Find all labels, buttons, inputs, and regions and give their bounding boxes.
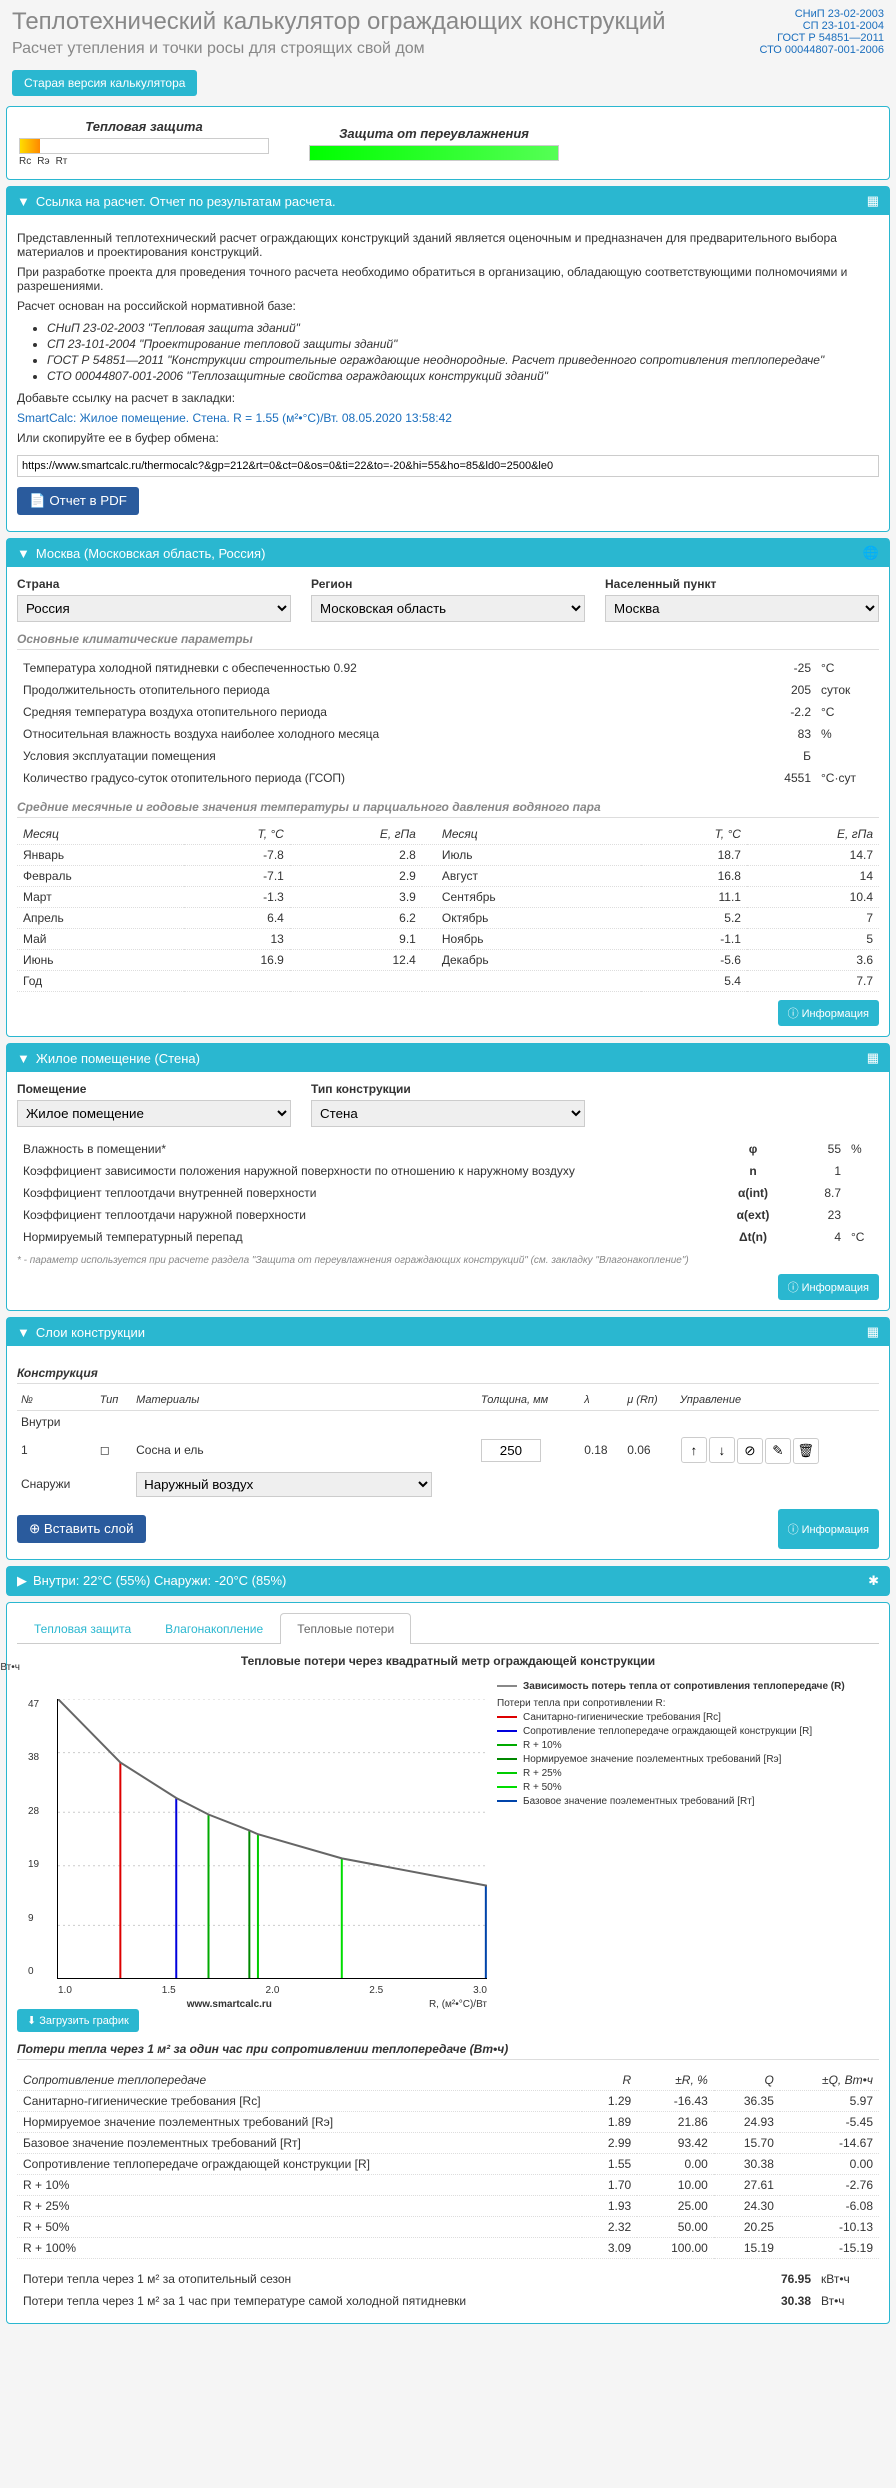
bookmark-link[interactable]: SmartCalc: Жилое помещение. Стена. R = 1… (17, 411, 452, 425)
move-down-button[interactable]: ↓ (709, 1437, 735, 1463)
tab-thermal[interactable]: Тепловая защита (17, 1613, 148, 1644)
tab-moisture[interactable]: Влагонакопление (148, 1613, 280, 1644)
room-panel-header[interactable]: ▼Жилое помещение (Стена)▦ (7, 1044, 889, 1072)
report-text: При разработке проекта для проведения то… (17, 265, 879, 293)
norm-link[interactable]: ГОСТ Р 54851—2011 (759, 32, 884, 44)
disable-button[interactable]: ⊘ (737, 1438, 763, 1464)
pdf-button[interactable]: 📄 Отчет в PDF (17, 487, 139, 515)
info-button[interactable]: ⓘ Информация (778, 1000, 879, 1026)
panel-icon: ▦ (867, 193, 879, 209)
norm-links: СНиП 23-02-2003 СП 23-101-2004 ГОСТ Р 54… (759, 8, 884, 58)
thickness-input[interactable] (481, 1439, 541, 1462)
room-select[interactable]: Жилое помещение (17, 1100, 291, 1127)
panel-icon: ▦ (867, 1050, 879, 1066)
thermal-indicator-bar (19, 138, 269, 154)
report-text: Расчет основан на российской нормативной… (17, 299, 879, 313)
city-select[interactable]: Москва (605, 595, 879, 622)
results-row: Санитарно-гигиенические требования [Rс]1… (17, 2090, 879, 2111)
results-row: R + 100%3.09100.0015.19-15.19 (17, 2237, 879, 2258)
norm-link[interactable]: СНиП 23-02-2003 (759, 8, 884, 20)
moisture-indicator-bar (309, 145, 559, 161)
report-text: Представленный теплотехнический расчет о… (17, 231, 879, 259)
heatloss-chart: 4738281990 1.01.52.02.53.0 R, (м²•°С)/Вт… (57, 1699, 487, 1979)
move-up-button[interactable]: ↑ (681, 1437, 707, 1463)
info-button[interactable]: ⓘ Информация (778, 1509, 879, 1549)
download-chart-button[interactable]: ⬇ Загрузить график (17, 2009, 139, 2032)
results-row: R + 50%2.3250.0020.25-10.13 (17, 2216, 879, 2237)
location-panel-header[interactable]: ▼Москва (Московская область, Россия)🌐 (7, 539, 889, 567)
chart-legend: Зависимость потерь тепла от сопротивлени… (497, 1678, 879, 2009)
info-button[interactable]: ⓘ Информация (778, 1274, 879, 1300)
globe-icon: 🌐 (863, 545, 879, 561)
conditions-panel-header[interactable]: ▶Внутри: 22°С (55%) Снаружи: -20°С (85%)… (7, 1567, 889, 1595)
norm-link[interactable]: СТО 00044807-001-2006 (759, 44, 884, 56)
region-select[interactable]: Московская область (311, 595, 585, 622)
edit-button[interactable]: ✎ (765, 1438, 791, 1464)
type-select[interactable]: Стена (311, 1100, 585, 1127)
results-row: Базовое значение поэлементных требований… (17, 2132, 879, 2153)
results-row: Нормируемое значение поэлементных требов… (17, 2111, 879, 2132)
layers-panel-header[interactable]: ▼Слои конструкции▦ (7, 1318, 889, 1346)
layer-row: 1 ◻ Сосна и ель 0.18 0.06 ↑↓⊘✎🗑 (17, 1433, 879, 1468)
outside-select[interactable]: Наружный воздух (136, 1472, 432, 1497)
old-version-button[interactable]: Старая версия калькулятора (12, 70, 197, 96)
layer-type-icon[interactable]: ◻ (100, 1443, 110, 1457)
results-row: R + 10%1.7010.0027.61-2.76 (17, 2174, 879, 2195)
delete-button[interactable]: 🗑 (793, 1438, 819, 1464)
thermal-indicator-label: Тепловая защита (19, 119, 269, 134)
country-select[interactable]: Россия (17, 595, 291, 622)
page-subtitle: Расчет утепления и точки росы для строящ… (12, 40, 666, 58)
insert-layer-button[interactable]: ⊕ Вставить слой (17, 1515, 146, 1543)
gear-icon: ✱ (868, 1573, 879, 1589)
results-row: R + 25%1.9325.0024.30-6.08 (17, 2195, 879, 2216)
tab-heatloss[interactable]: Тепловые потери (280, 1613, 411, 1644)
url-input[interactable] (17, 455, 879, 477)
norm-link[interactable]: СП 23-101-2004 (759, 20, 884, 32)
panel-icon: ▦ (867, 1324, 879, 1340)
report-panel-header[interactable]: ▼Ссылка на расчет. Отчет по результатам … (7, 187, 889, 215)
page-title: Теплотехнический калькулятор ограждающих… (12, 8, 666, 36)
moisture-indicator-label: Защита от переувлажнения (309, 126, 559, 141)
results-row: Сопротивление теплопередаче ограждающей … (17, 2153, 879, 2174)
